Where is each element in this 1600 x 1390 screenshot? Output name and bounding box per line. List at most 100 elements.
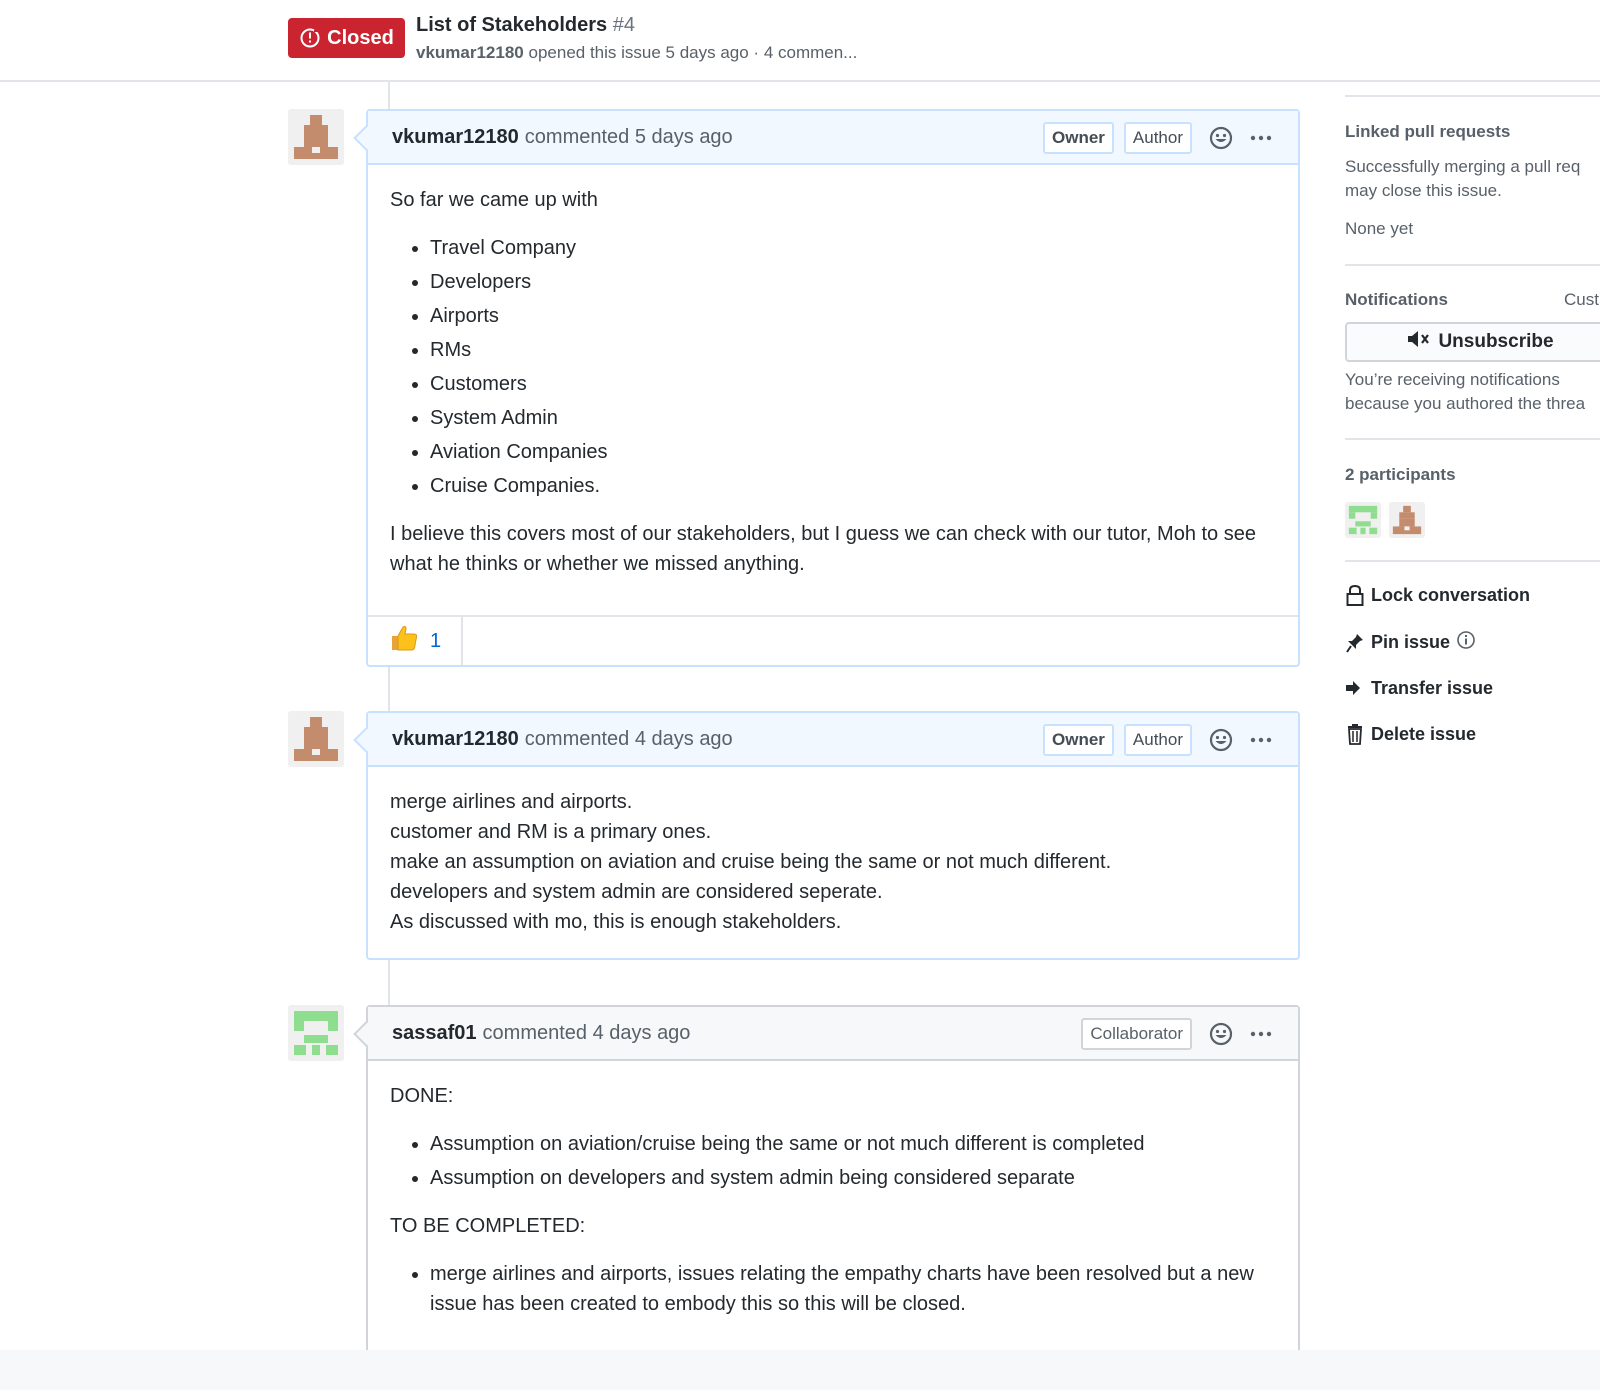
kebab-icon[interactable]	[1248, 1021, 1274, 1047]
comment-text: So far we came up with	[390, 189, 598, 211]
pin-issue-label: Pin issue	[1371, 632, 1451, 652]
mute-icon	[1406, 329, 1432, 355]
lock-conversation-label: Lock conversation	[1371, 584, 1531, 605]
comment-header: vkumar12180 commented 4 days ago Owner A…	[368, 713, 1298, 767]
comment-header: vkumar12180 commented 5 days ago Owner A…	[368, 111, 1298, 165]
pin-issue-button[interactable]: Pin issue	[1345, 630, 1476, 655]
smiley-icon[interactable]	[1208, 727, 1234, 753]
list-item: RMs	[430, 335, 1276, 365]
owner-label: Owner	[1043, 122, 1114, 154]
linked-prs-text: may close this issue.	[1345, 181, 1502, 200]
list-item: Aviation Companies	[430, 437, 1276, 467]
comment-author[interactable]: sassaf01	[392, 1022, 477, 1045]
comment-3: sassaf01 commented 4 days ago Collaborat…	[353, 1005, 1300, 1354]
avatar[interactable]	[288, 1005, 344, 1061]
list-item: Customers	[430, 369, 1276, 399]
customize-notifications-link[interactable]: Cust	[1564, 290, 1599, 310]
comment-timestamp[interactable]: commented 4 days ago	[525, 728, 733, 751]
list-item: Assumption on aviation/cruise being the …	[430, 1129, 1276, 1159]
info-icon[interactable]	[1456, 630, 1476, 655]
comment-line: customer and RM is a primary ones.	[390, 821, 712, 843]
delete-issue-label: Delete issue	[1371, 723, 1477, 744]
notifications-text: because you authored the threa	[1345, 394, 1586, 413]
linked-prs-heading[interactable]: Linked pull requests	[1345, 122, 1510, 142]
unsubscribe-label: Unsubscribe	[1438, 331, 1554, 352]
issue-number: #4	[612, 14, 635, 36]
list-item: System Admin	[430, 403, 1276, 433]
kebab-icon[interactable]	[1248, 727, 1274, 753]
sidebar-divider	[1345, 264, 1600, 266]
sidebar-divider	[1345, 95, 1600, 97]
issue-sticky-header: Closed List of Stakeholders #4 vkumar121…	[0, 0, 1600, 82]
issue-closed-icon	[299, 27, 321, 49]
author-label: Author	[1123, 724, 1192, 756]
participant-avatar[interactable]	[1345, 502, 1381, 538]
comment-line: make an assumption on aviation and cruis…	[390, 851, 1112, 873]
sidebar-divider	[1345, 438, 1600, 440]
delete-issue-button[interactable]: Delete issue	[1345, 723, 1476, 745]
issue-meta: vkumar12180 opened this issue 5 days ago…	[416, 43, 857, 63]
comment-timestamp[interactable]: commented 5 days ago	[525, 126, 733, 149]
todo-list: merge airlines and airports, issues rela…	[390, 1259, 1276, 1319]
comment-actions: Collaborator	[1081, 1007, 1274, 1061]
issue-title: List of Stakeholders #4	[416, 14, 635, 37]
page-bottom-bar	[0, 1350, 1600, 1390]
comment-2: vkumar12180 commented 4 days ago Owner A…	[353, 711, 1300, 960]
reaction-count: 1	[430, 629, 442, 652]
thumbsup-reaction-button[interactable]: 1	[368, 617, 464, 665]
issue-title-text: List of Stakeholders	[416, 14, 608, 36]
comment-timestamp[interactable]: commented 4 days ago	[483, 1022, 691, 1045]
state-label: Closed	[327, 26, 394, 49]
avatar[interactable]	[288, 109, 344, 165]
comment-body: So far we came up with Travel Company De…	[368, 165, 1298, 615]
done-heading: DONE:	[390, 1085, 454, 1107]
comment-line: developers and system admin are consider…	[390, 881, 883, 903]
list-item: Developers	[430, 267, 1276, 297]
collaborator-label: Collaborator	[1081, 1018, 1192, 1050]
stakeholder-list: Travel Company Developers Airports RMs C…	[390, 233, 1276, 501]
linked-prs-none: None yet	[1345, 219, 1414, 238]
participants-avatars	[1345, 502, 1425, 538]
comment-author[interactable]: vkumar12180	[392, 728, 519, 751]
comment-header: sassaf01 commented 4 days ago Collaborat…	[368, 1007, 1298, 1061]
comment-line: As discussed with mo, this is enough sta…	[390, 911, 842, 933]
unsubscribe-button[interactable]: Unsubscribe	[1345, 322, 1600, 362]
issue-meta-text: opened this issue 5 days ago · 4 commen.…	[528, 43, 858, 62]
thumbsup-icon	[388, 622, 420, 660]
author-label: Author	[1123, 122, 1192, 154]
trashcan-icon	[1345, 723, 1365, 745]
pin-icon	[1345, 632, 1365, 654]
owner-label: Owner	[1043, 724, 1114, 756]
participants-heading: 2 participants	[1345, 465, 1456, 484]
list-item: merge airlines and airports, issues rela…	[430, 1259, 1276, 1319]
comment-body: DONE: Assumption on aviation/cruise bein…	[368, 1061, 1298, 1359]
todo-heading: TO BE COMPLETED:	[390, 1215, 586, 1237]
comment-body: merge airlines and airports. customer an…	[368, 767, 1298, 959]
state-closed-badge: Closed	[288, 18, 405, 58]
issue-author-link[interactable]: vkumar12180	[416, 43, 524, 62]
list-item: Travel Company	[430, 233, 1276, 263]
smiley-icon[interactable]	[1208, 1021, 1234, 1047]
transfer-issue-button[interactable]: Transfer issue	[1345, 677, 1493, 699]
list-item: Assumption on developers and system admi…	[430, 1163, 1276, 1193]
notifications-heading: Notifications	[1345, 290, 1448, 309]
done-list: Assumption on aviation/cruise being the …	[390, 1129, 1276, 1193]
participant-avatar[interactable]	[1389, 502, 1425, 538]
list-item: Airports	[430, 301, 1276, 331]
linked-prs-text: Successfully merging a pull req	[1345, 157, 1581, 176]
transfer-issue-label: Transfer issue	[1371, 677, 1494, 698]
lock-conversation-button[interactable]: Lock conversation	[1345, 584, 1530, 606]
lock-icon	[1345, 584, 1365, 606]
avatar[interactable]	[288, 711, 344, 767]
arrow-right-icon	[1345, 677, 1365, 699]
kebab-icon[interactable]	[1248, 125, 1274, 151]
smiley-icon[interactable]	[1208, 125, 1234, 151]
reactions-bar: 1	[368, 615, 1298, 665]
comment-line: merge airlines and airports.	[390, 791, 633, 813]
comment-author[interactable]: vkumar12180	[392, 126, 519, 149]
sidebar-divider	[1345, 560, 1600, 562]
list-item: Cruise Companies.	[430, 471, 1276, 501]
comment-text: I believe this covers most of our stakeh…	[390, 523, 1256, 575]
comment-actions: Owner Author	[1043, 713, 1274, 767]
notifications-text: You’re receiving notifications	[1345, 370, 1560, 389]
